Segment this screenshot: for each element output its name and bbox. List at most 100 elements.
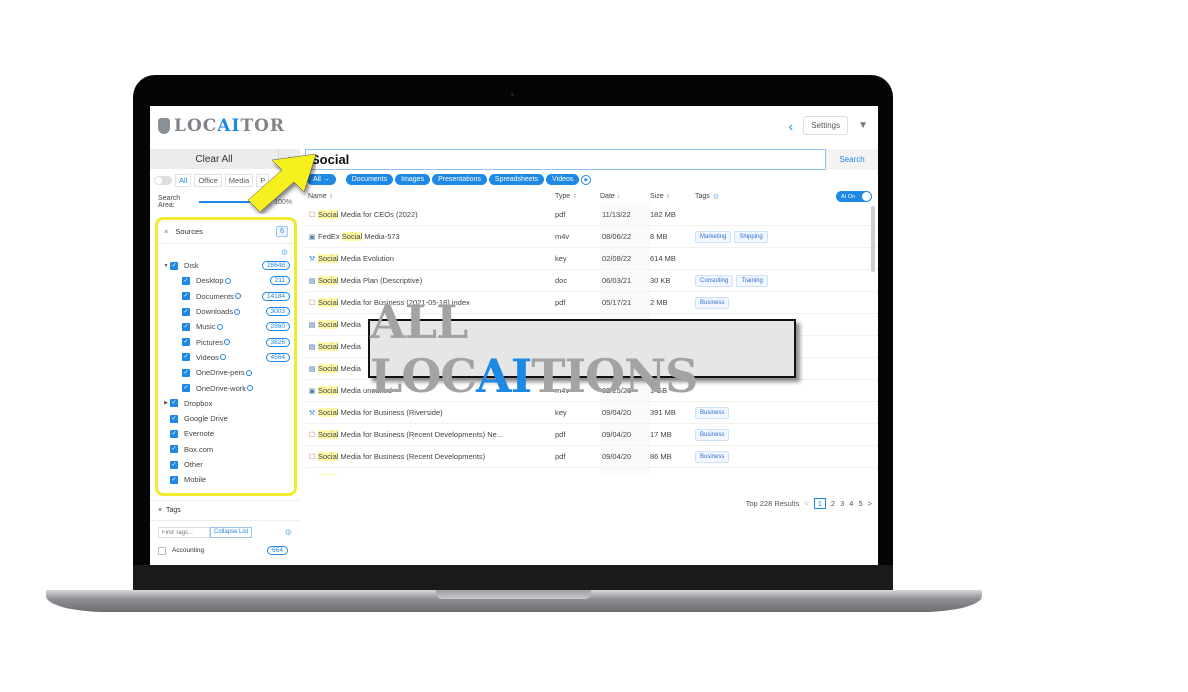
page-button[interactable]: 5 — [858, 499, 862, 508]
search-input[interactable] — [305, 149, 826, 170]
source-item[interactable]: ✓ Desktop 211 — [158, 273, 294, 288]
filter-office[interactable]: Office — [194, 174, 222, 187]
source-label: Videos — [196, 352, 219, 362]
source-checkbox[interactable]: ✓ — [170, 399, 178, 408]
source-checkbox[interactable]: ✓ — [170, 460, 178, 469]
file-tags: Consulting Training — [695, 274, 878, 287]
source-checkbox[interactable]: ✓ — [170, 475, 178, 484]
source-checkbox[interactable]: ✓ — [182, 276, 190, 285]
page-button[interactable]: 4 — [849, 499, 853, 508]
page-button[interactable]: 1 — [813, 498, 826, 509]
source-item[interactable]: ✓ Evernote — [158, 426, 294, 441]
tags-gear-icon[interactable]: ⚙ — [713, 193, 719, 201]
source-item[interactable]: ✓ Videos 4564 — [158, 350, 294, 365]
results-scrollbar[interactable] — [871, 206, 875, 272]
expand-caret-icon[interactable]: ▶ — [162, 400, 170, 406]
next-page-button[interactable]: > — [868, 499, 872, 508]
source-item[interactable]: ✓ Other — [158, 457, 294, 472]
more-categories-icon[interactable]: ▶ — [581, 174, 592, 185]
table-row[interactable]: ▤Social Media Q&Adocx08/17/2024 KB — [305, 468, 878, 475]
source-checkbox[interactable]: ✓ — [182, 322, 190, 331]
sources-gear-icon[interactable]: ⚙ — [158, 244, 294, 258]
file-type: key — [555, 408, 567, 417]
file-name[interactable]: ⚒ Social Media Evolution — [305, 254, 555, 263]
chevron-left-icon[interactable]: ‹ — [789, 118, 794, 134]
source-item[interactable]: ✓ OneDrive-work — [158, 380, 294, 395]
sync-spinner-icon — [224, 339, 231, 346]
source-item[interactable]: ▶ ✓ Dropbox — [158, 396, 294, 411]
expand-caret-icon[interactable]: ▼ — [162, 263, 170, 269]
source-checkbox[interactable]: ✓ — [182, 292, 190, 301]
column-date[interactable]: Date ↓ — [600, 193, 650, 200]
tag-chip[interactable]: Marketing — [695, 230, 732, 243]
file-name[interactable]: ▤ Social Media Plan (Descriptive) — [305, 276, 555, 285]
tag-chip[interactable]: Business — [695, 406, 730, 419]
category-tab-documents[interactable]: Documents — [345, 174, 394, 185]
table-row[interactable]: ☐ Social Media for CEOs (2022) pdf 11/13/22… — [305, 204, 878, 226]
tag-checkbox[interactable] — [158, 546, 166, 555]
tag-chip[interactable]: Business — [695, 428, 730, 441]
file-name[interactable]: ☐ Social Media for Business (Recent Devel… — [305, 452, 555, 461]
filter-toggle[interactable] — [154, 176, 172, 185]
source-checkbox[interactable]: ✓ — [182, 384, 190, 393]
column-tags[interactable]: Tags ⚙ — [695, 193, 836, 201]
source-item[interactable]: ✓ OneDrive-pers — [158, 365, 294, 380]
category-tab-spreadsheets[interactable]: Spreadsheets — [488, 174, 545, 185]
settings-button[interactable]: Settings — [803, 116, 849, 135]
category-tab-videos[interactable]: Videos — [546, 174, 580, 185]
page-button[interactable]: 2 — [831, 499, 835, 508]
table-row[interactable]: ▣ FedEx Social Media-573 m4v 08/06/22 8 MB Ma… — [305, 226, 878, 248]
ai-toggle[interactable]: AI On — [836, 191, 872, 202]
filter-all[interactable]: All — [175, 174, 192, 187]
source-item[interactable]: ✓ Google Drive — [158, 411, 294, 426]
prev-page-button[interactable]: < — [804, 499, 808, 508]
source-item[interactable]: ✓ Pictures 3826 — [158, 334, 294, 349]
source-item[interactable]: ✓ Documents 14184 — [158, 289, 294, 304]
column-name[interactable]: Name ⇕ — [305, 193, 555, 200]
tag-chip[interactable]: Consulting — [695, 274, 734, 287]
source-item[interactable]: ▼ ✓ Disk 28648 — [158, 258, 294, 273]
file-size: 614 MB — [650, 254, 676, 263]
source-checkbox[interactable]: ✓ — [182, 368, 190, 377]
source-checkbox[interactable]: ✓ — [182, 307, 190, 316]
source-item[interactable]: ✓ Downloads 3003 — [158, 304, 294, 319]
collapse-tags-icon[interactable]: × — [158, 507, 162, 514]
find-tags-input[interactable] — [158, 527, 210, 538]
category-tab-presentations[interactable]: Presentations — [432, 174, 487, 185]
file-date: 11/13/22 — [600, 204, 650, 225]
source-checkbox[interactable]: ✓ — [182, 338, 190, 347]
table-row[interactable]: ☐ Social Media for Business (Recent Devel… — [305, 424, 878, 446]
source-checkbox[interactable]: ✓ — [170, 261, 178, 270]
file-name[interactable]: ▣ FedEx Social Media-573 — [305, 232, 555, 241]
page-button[interactable]: 3 — [840, 499, 844, 508]
tag-chip[interactable]: Shipping — [734, 230, 768, 243]
source-checkbox[interactable]: ✓ — [170, 414, 178, 423]
search-button[interactable]: Search — [826, 149, 878, 170]
source-checkbox[interactable]: ✓ — [170, 445, 178, 454]
table-row[interactable]: ⚒ Social Media for Business (Riverside) ke… — [305, 402, 878, 424]
file-name[interactable]: ▤Social Media Q&A — [305, 474, 555, 475]
table-row[interactable]: ▤ Social Media Plan (Descriptive) doc 06/03… — [305, 270, 878, 292]
source-checkbox[interactable]: ✓ — [182, 353, 190, 362]
source-item[interactable]: ✓ Music 2860 — [158, 319, 294, 334]
column-type[interactable]: Type ⇕ — [555, 193, 600, 200]
column-size[interactable]: Size ⇕ — [650, 193, 695, 200]
file-name[interactable]: ⚒ Social Media for Business (Riverside) — [305, 408, 555, 417]
table-row[interactable]: ⚒ Social Media Evolution key 02/08/22 614 MB — [305, 248, 878, 270]
category-tab-images[interactable]: Images — [395, 174, 431, 185]
table-row[interactable]: ☐ Social Media for Business (Recent Devel… — [305, 446, 878, 468]
tag-chip[interactable]: Training — [736, 274, 768, 287]
wifi-icon[interactable]: ▼ — [858, 120, 868, 131]
tag-chip[interactable]: Business — [695, 450, 730, 463]
source-item[interactable]: ✓ Mobile — [158, 472, 294, 487]
collapse-sources-icon[interactable]: × — [164, 227, 168, 236]
collapse-list-button[interactable]: Collapse List — [210, 527, 253, 538]
source-checkbox[interactable]: ✓ — [170, 429, 178, 438]
file-name[interactable]: ☐ Social Media for CEOs (2022) — [305, 210, 555, 219]
source-item[interactable]: ✓ Box.com — [158, 442, 294, 457]
file-name[interactable]: ☐ Social Media for Business (Recent Devel… — [305, 430, 555, 439]
tags-gear-icon[interactable]: ⚙ — [285, 528, 292, 537]
tag-item[interactable]: Accounting 664 — [150, 544, 300, 557]
file-size: 24 KB — [650, 474, 695, 475]
source-count-badge: 3003 — [265, 307, 290, 317]
